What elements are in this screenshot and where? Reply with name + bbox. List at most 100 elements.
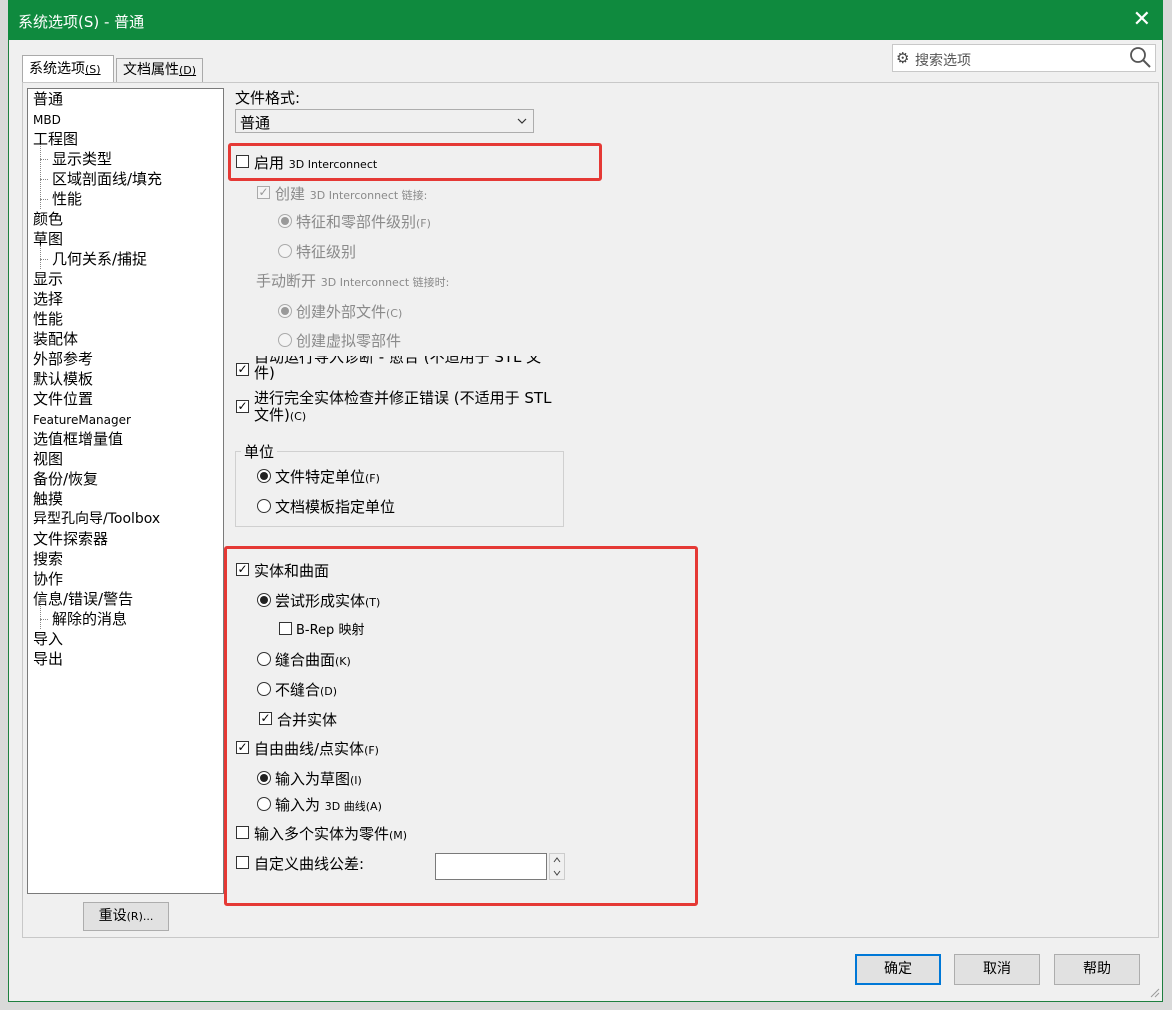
fp-key: (F) <box>416 217 431 230</box>
enable-3d-label[interactable]: 启用 3D Interconnect <box>254 152 377 173</box>
gear-icon[interactable]: ⚙ <box>896 49 909 67</box>
tree-connector <box>40 619 48 620</box>
full-check-label-2: 文件)(C) <box>254 407 306 425</box>
tree-item-search[interactable]: 搜索 <box>33 549 63 569</box>
search-input[interactable]: 搜索选项 <box>915 50 971 70</box>
no-knit-radio[interactable] <box>257 682 271 696</box>
tree-item-display[interactable]: 显示 <box>33 269 63 289</box>
title-bar[interactable]: 系统选项(S) - 普通 ✕ <box>8 0 1163 40</box>
ts-text: 尝试形成实体 <box>275 592 366 610</box>
custom-tolerance-checkbox[interactable] <box>236 856 249 869</box>
unit-template-radio[interactable] <box>257 499 271 513</box>
unit-file-radio[interactable] <box>257 469 271 483</box>
full-check-label[interactable]: 进行完全实体检查并修正错误 (不适用于 STL <box>254 390 551 407</box>
tree-item-view[interactable]: 视图 <box>33 449 63 469</box>
brep-checkbox[interactable] <box>279 622 292 635</box>
feature-level-label: 特征级别 <box>296 243 357 261</box>
feature-level-radio[interactable] <box>278 244 292 258</box>
try-solid-radio[interactable] <box>257 593 271 607</box>
mb-suf: 3D Interconnect 链接时: <box>320 276 450 289</box>
tree-item-colors[interactable]: 颜色 <box>33 209 63 229</box>
search-icon[interactable] <box>1129 46 1151 68</box>
auto-diagnosis-label[interactable]: 自动运行导入诊断 - 愈合 (不适用于 STL 文 <box>254 356 541 365</box>
auto-diagnosis-label-2: 件) <box>254 364 275 382</box>
as-sketch-label: 输入为草图(I) <box>275 768 362 789</box>
tree-item-performance[interactable]: 性能 <box>33 309 63 329</box>
as-3d-curve-label: 输入为 3D 曲线(A) <box>275 794 382 815</box>
enable-3d-checkbox[interactable] <box>236 155 249 168</box>
tab-system-options[interactable]: 系统选项(S) <box>22 55 114 83</box>
create-virtual-radio[interactable] <box>278 333 292 347</box>
cancel-button[interactable]: 取消 <box>954 954 1040 985</box>
resize-grip-icon[interactable] <box>1148 986 1160 998</box>
tree-item-assemblies[interactable]: 装配体 <box>33 329 78 349</box>
tree-item-export[interactable]: 导出 <box>33 649 63 669</box>
file-format-select[interactable]: 普通 <box>235 109 534 133</box>
tree-item-mbd[interactable]: MBD <box>33 110 61 130</box>
as-3d-curve-radio[interactable] <box>257 797 271 811</box>
create-3d-links-checkbox[interactable]: ✓ <box>257 186 270 199</box>
solid-surface-label[interactable]: 实体和曲面 <box>254 560 329 581</box>
tolerance-input[interactable] <box>435 853 547 880</box>
help-button[interactable]: 帮助 <box>1054 954 1140 985</box>
multi-body-label[interactable]: 输入多个实体为零件(M) <box>254 823 407 844</box>
tab-key: (D) <box>179 64 197 77</box>
tree-item-drawings[interactable]: 工程图 <box>33 129 78 149</box>
file-format-label: 文件格式: <box>235 89 301 107</box>
create-links-text: 创建 <box>275 185 306 203</box>
feature-part-level-radio[interactable] <box>278 214 292 228</box>
tree-item-featuremanager[interactable]: FeatureManager <box>33 410 131 430</box>
tab-key: (S) <box>85 63 101 76</box>
tree-item-import[interactable]: 导入 <box>33 629 63 649</box>
tab-document-properties[interactable]: 文档属性(D) <box>116 58 204 83</box>
tree-item-display-style[interactable]: 显示类型 <box>52 149 112 169</box>
tree-item-area-hatch[interactable]: 区域剖面线/填充 <box>52 169 162 189</box>
solid-surface-checkbox[interactable]: ✓ <box>236 563 249 576</box>
tree-item-sketch[interactable]: 草图 <box>33 229 63 249</box>
tree-connector <box>40 199 48 200</box>
tree-item-general[interactable]: 普通 <box>33 89 63 109</box>
tree-item-external-references[interactable]: 外部参考 <box>33 349 93 369</box>
custom-tolerance-label[interactable]: 自定义曲线公差: <box>254 853 364 874</box>
ok-button[interactable]: 确定 <box>855 954 941 985</box>
feature-part-level-label: 特征和零部件级别(F) <box>296 211 431 232</box>
try-solid-label: 尝试形成实体(T) <box>275 590 380 611</box>
nk-text: 不缝合 <box>275 681 321 699</box>
tree-item-file-explorer[interactable]: 文件探索器 <box>33 529 108 549</box>
tree-item-collaboration[interactable]: 协作 <box>33 569 63 589</box>
merge-checkbox[interactable]: ✓ <box>259 712 272 725</box>
tree-item-drawing-performance[interactable]: 性能 <box>52 189 82 209</box>
as-sketch-radio[interactable] <box>257 771 271 785</box>
merge-label[interactable]: 合并实体 <box>277 709 337 730</box>
tree-item-hole-wizard[interactable]: 异型孔向导/Toolbox <box>33 509 160 529</box>
brep-label[interactable]: B-Rep 映射 <box>296 619 364 638</box>
free-curves-checkbox[interactable]: ✓ <box>236 741 249 754</box>
create-external-label: 创建外部文件(C) <box>296 301 402 322</box>
fcv-text: 自由曲线/点实体 <box>254 740 365 758</box>
multi-body-checkbox[interactable] <box>236 826 249 839</box>
close-icon[interactable]: ✕ <box>1133 7 1151 32</box>
unit-file-label: 文件特定单位(F) <box>275 466 380 487</box>
tree-item-default-templates[interactable]: 默认模板 <box>33 369 93 389</box>
tree-item-messages[interactable]: 信息/错误/警告 <box>33 589 133 609</box>
auto-diagnosis-checkbox[interactable]: ✓ <box>236 363 249 376</box>
tree-item-touch[interactable]: 触摸 <box>33 489 63 509</box>
tree-item-backup-recover[interactable]: 备份/恢复 <box>33 469 98 489</box>
a3-key: (A) <box>365 800 382 813</box>
knit-radio[interactable] <box>257 652 271 666</box>
free-curves-label[interactable]: 自由曲线/点实体(F) <box>254 738 379 759</box>
enable-3d-suffix: 3D Interconnect <box>288 158 378 171</box>
search-box[interactable]: ⚙ 搜索选项 <box>892 44 1156 72</box>
tree-item-spin-increments[interactable]: 选值框增量值 <box>33 429 123 449</box>
tolerance-spinner[interactable] <box>549 853 565 880</box>
spin-up-icon[interactable] <box>553 857 561 863</box>
tree-item-dismissed-messages[interactable]: 解除的消息 <box>52 609 127 629</box>
spin-down-icon[interactable] <box>553 870 561 876</box>
tree-item-relations-snaps[interactable]: 几何关系/捕捉 <box>52 249 147 269</box>
tree-item-file-locations[interactable]: 文件位置 <box>33 389 93 409</box>
full-check-checkbox[interactable]: ✓ <box>236 400 249 413</box>
create-external-radio[interactable] <box>278 304 292 318</box>
tree-item-selection[interactable]: 选择 <box>33 289 63 309</box>
reset-button[interactable]: 重设(R)... <box>83 902 169 931</box>
tree-connector <box>40 259 48 260</box>
